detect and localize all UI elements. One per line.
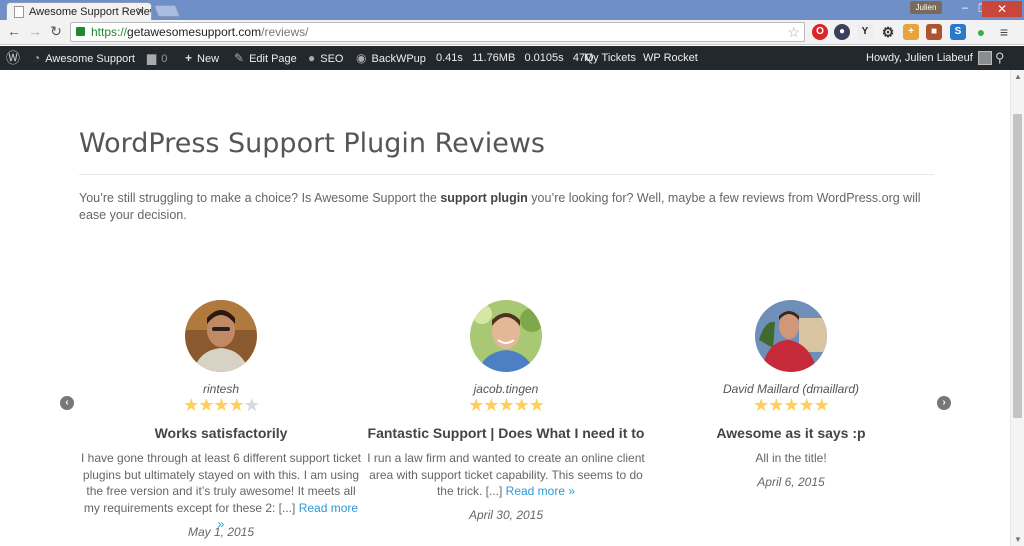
url-host: getawesomesupport.com [127,25,262,39]
backwpup-menu[interactable]: ◉ BackWPup [356,46,426,70]
menu-icon[interactable]: ≡ [996,24,1012,40]
plus-icon: + [185,51,193,65]
star-filled-icon: ★ [753,395,769,415]
comments-menu[interactable]: ▆ 0 [147,46,167,70]
briefcase-extension-icon[interactable]: ■ [926,24,942,40]
reviewer-avatar [185,300,257,372]
review-title: Awesome as it says :p [716,425,866,441]
lock-icon [76,27,85,36]
chevron-left-icon[interactable]: ‹ [60,396,74,410]
review-title: Works satisfactorily [154,425,288,441]
review-author: jacob.tingen [473,382,539,396]
star-filled-icon: ★ [783,395,799,415]
query-monitor-stats[interactable]: 0.41s 11.76MB 0.0105s 47Q [436,46,594,70]
browser-tab-bar: Awesome Support Review ✕ Julien – ❐ ✕ [0,0,1024,20]
page-favicon-icon [14,6,24,18]
scroll-up-icon[interactable]: ▲ [1014,72,1022,81]
new-tab-button[interactable] [153,5,181,17]
intro-paragraph: You’re still struggling to make a choice… [79,191,921,222]
star-filled-icon: ★ [528,395,545,415]
wp-admin-bar: Ⓦ ◔ Awesome Support ▆ 0 + New ✎ Edit Page ● S… [0,46,1024,70]
page-scrollbar[interactable]: ▲ ▼ [1010,70,1024,546]
privacy-extension-icon[interactable]: ● [834,24,850,40]
profile-badge[interactable]: Julien [910,1,942,14]
star-filled-icon: ★ [198,395,214,415]
chevron-right-icon[interactable]: › [937,396,951,410]
tab-title: Awesome Support Review [29,6,152,18]
gear-extension-icon[interactable]: ⚙ [880,24,896,40]
review-date: May 1, 2015 [187,525,255,539]
review-body: I run a law firm and wanted to create an… [367,451,645,498]
my-tickets-link[interactable]: My Tickets [584,46,636,70]
yoast-extension-icon[interactable]: Y [857,24,873,40]
s-extension-icon[interactable]: S [950,24,966,40]
forward-icon[interactable]: → [26,23,44,39]
edit-page-link[interactable]: ✎ Edit Page [234,46,297,70]
stat-memory: 11.76MB [472,52,516,64]
bookmark-star-icon[interactable]: ☆ [787,24,800,41]
user-avatar [977,51,992,66]
page-title: WordPress Support Plugin Reviews [79,128,545,159]
star-filled-icon: ★ [483,395,499,415]
wp-rocket-menu[interactable]: WP Rocket [643,46,698,70]
puzzle-extension-icon[interactable]: + [903,24,919,40]
my-account-menu[interactable]: Howdy, Julien Liabeuf [866,46,992,70]
scroll-down-icon[interactable]: ▼ [1014,535,1022,544]
scrollbar-thumb[interactable] [1013,114,1022,418]
reviewer-avatar [755,300,827,372]
review-author: David Maillard (dmaillard) [722,382,860,396]
review-title: Fantastic Support | Does What I need it … [367,425,645,441]
browser-tab[interactable]: Awesome Support Review ✕ [6,2,152,20]
backwpup-icon: ◉ [356,51,367,65]
pencil-icon: ✎ [234,51,245,65]
reload-icon[interactable]: ↻ [47,23,65,40]
new-content-menu[interactable]: + New [185,46,219,70]
star-rating: ★★★★★ [79,395,363,416]
comment-icon: ▆ [147,51,157,65]
back-icon[interactable]: ← [5,23,23,39]
tab-close-icon[interactable]: ✕ [136,5,145,18]
star-filled-icon: ★ [768,395,784,415]
review-date: April 30, 2015 [468,508,544,522]
seo-menu[interactable]: ● SEO [308,46,343,70]
review-date: April 6, 2015 [757,475,825,489]
star-filled-icon: ★ [228,395,245,415]
read-more-link[interactable]: Read more » [506,484,575,498]
star-rating: ★★★★★ [364,395,648,416]
star-filled-icon: ★ [213,395,229,415]
star-filled-icon: ★ [813,395,830,415]
reviewer-avatar [470,300,542,372]
star-empty-icon: ★ [243,395,260,415]
search-icon[interactable]: ⚲ [995,46,1005,70]
title-divider [79,174,934,175]
url-path: /reviews/ [261,25,309,39]
star-filled-icon: ★ [798,395,815,415]
wordpress-logo-icon[interactable]: Ⓦ [6,46,25,70]
stat-time: 0.41s [436,52,463,64]
dashboard-icon: ◔ [33,51,41,65]
minimize-icon[interactable]: – [955,2,975,14]
star-rating: ★★★★★ [649,395,933,416]
review-author: rintesh [202,382,240,396]
browser-toolbar: ← → ↻ https://getawesomesupport.com/revi… [0,20,1024,45]
star-filled-icon: ★ [513,395,530,415]
address-bar[interactable]: https://getawesomesupport.com/reviews/ ☆ [70,22,805,42]
star-filled-icon: ★ [468,395,484,415]
star-filled-icon: ★ [183,395,199,415]
evernote-extension-icon[interactable]: ● [973,24,989,40]
review-body: All in the title! [755,451,827,465]
stat-query-time: 0.0105s [524,52,564,64]
review-body: I have gone through at least 6 different… [81,451,361,531]
intro-bold-text: support plugin [440,191,528,205]
window-close-icon[interactable]: ✕ [982,1,1022,17]
star-filled-icon: ★ [498,395,514,415]
opera-extension-icon[interactable]: O [812,24,828,40]
seo-status-icon: ● [308,51,316,65]
url-protocol: https:// [91,25,128,39]
site-name-menu[interactable]: ◔ Awesome Support [33,46,135,70]
